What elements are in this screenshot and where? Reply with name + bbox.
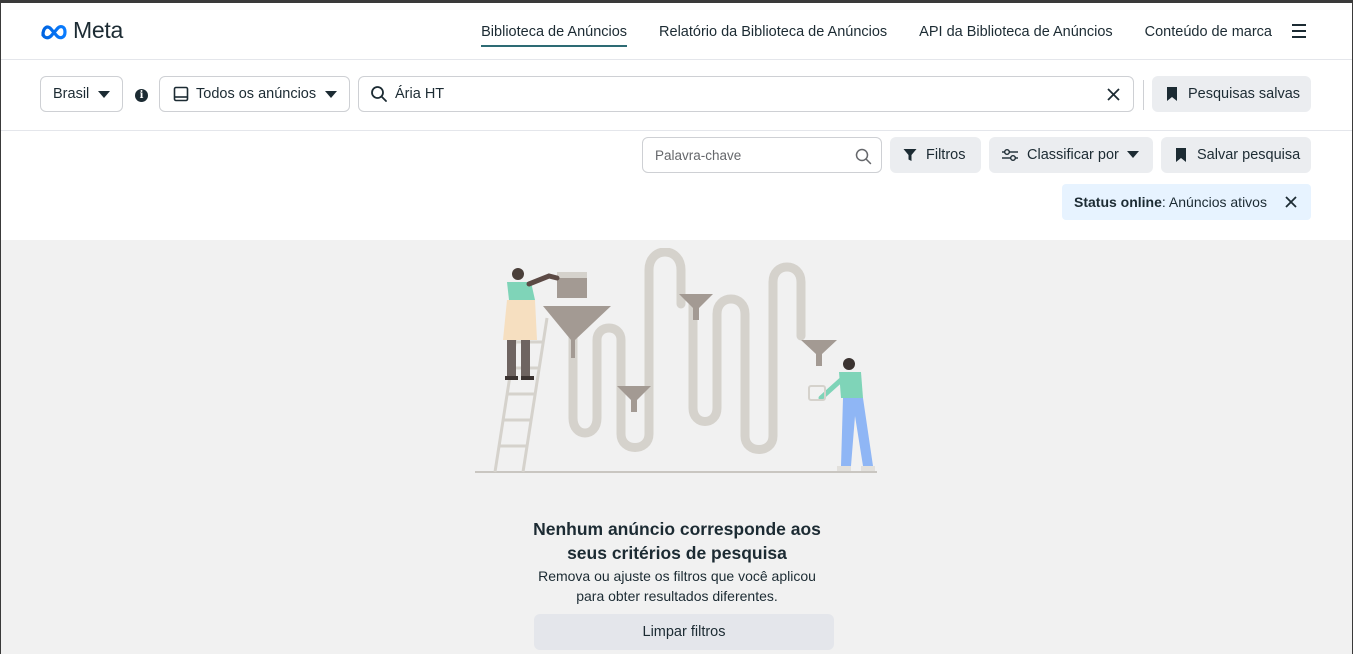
- search-icon: [371, 86, 387, 102]
- menu-icon[interactable]: [1292, 24, 1306, 38]
- status-filter-chip: Status online: Anúncios ativos: [1062, 184, 1311, 220]
- bookmark-icon: [1176, 148, 1186, 162]
- filters-label: Filtros: [926, 147, 966, 163]
- status-filter-value: : Anúncios ativos: [1161, 194, 1267, 210]
- tablet-icon: [173, 86, 189, 102]
- filter-icon: [903, 149, 917, 161]
- empty-state-desc-line2: para obter resultados diferentes.: [576, 588, 778, 604]
- divider: [1143, 80, 1144, 110]
- sort-by-button[interactable]: Classificar por: [989, 137, 1153, 173]
- empty-state-desc-line1: Remova ou ajuste os filtros que você apl…: [538, 568, 816, 584]
- nav-ad-library[interactable]: Biblioteca de Anúncios: [481, 3, 627, 60]
- bookmark-icon: [1167, 87, 1177, 101]
- chevron-down-icon: [1127, 151, 1139, 158]
- results-area: Nenhum anúncio corresponde aos seus crit…: [1, 240, 1352, 654]
- search-input[interactable]: Ária HT: [358, 76, 1134, 112]
- empty-state-title-line1: Nenhum anúncio corresponde aos: [533, 519, 821, 539]
- chevron-down-icon: [325, 91, 337, 98]
- saved-searches-button[interactable]: Pesquisas salvas: [1152, 76, 1311, 112]
- nav-branded-content[interactable]: Conteúdo de marca: [1145, 3, 1272, 60]
- ad-type-select[interactable]: Todos os anúncios: [159, 76, 350, 112]
- save-search-button[interactable]: Salvar pesquisa: [1161, 137, 1311, 173]
- info-icon[interactable]: i: [135, 89, 148, 102]
- save-search-label: Salvar pesquisa: [1197, 147, 1301, 163]
- meta-logo-text: Meta: [73, 17, 123, 43]
- ad-type-value: Todos os anúncios: [196, 86, 317, 102]
- filters-button[interactable]: Filtros: [890, 137, 981, 173]
- search-icon[interactable]: [855, 148, 872, 165]
- empty-state-title: Nenhum anúncio corresponde aos seus crit…: [477, 517, 877, 565]
- country-select[interactable]: Brasil: [40, 76, 123, 112]
- nav-ad-library-report[interactable]: Relatório da Biblioteca de Anúncios: [659, 3, 887, 60]
- empty-state-description: Remova ou ajuste os filtros que você apl…: [477, 566, 877, 606]
- chevron-down-icon: [98, 91, 110, 98]
- nav-links: Biblioteca de Anúncios Relatório da Bibl…: [449, 3, 1272, 60]
- close-icon[interactable]: [1285, 196, 1297, 208]
- top-navigation: Meta Biblioteca de Anúncios Relatório da…: [1, 3, 1352, 60]
- meta-infinity-icon: [41, 24, 67, 39]
- empty-results-illustration: [475, 248, 877, 473]
- clear-search-icon[interactable]: [1107, 88, 1120, 101]
- sliders-icon: [1002, 149, 1018, 161]
- saved-searches-label: Pesquisas salvas: [1188, 86, 1301, 102]
- empty-state-title-line2: seus critérios de pesquisa: [567, 543, 787, 563]
- meta-logo[interactable]: Meta: [39, 17, 123, 44]
- search-row: Brasil i Todos os anúncios Ária HT Pesqu…: [1, 60, 1352, 131]
- nav-ad-library-api[interactable]: API da Biblioteca de Anúncios: [919, 3, 1112, 60]
- status-filter-key: Status online: [1074, 194, 1162, 210]
- search-query: Ária HT: [395, 86, 445, 102]
- keyword-input[interactable]: [643, 138, 843, 172]
- clear-filters-button[interactable]: Limpar filtros: [534, 614, 834, 650]
- sort-by-label: Classificar por: [1027, 147, 1119, 163]
- country-value: Brasil: [53, 86, 90, 102]
- keyword-field[interactable]: [642, 137, 882, 173]
